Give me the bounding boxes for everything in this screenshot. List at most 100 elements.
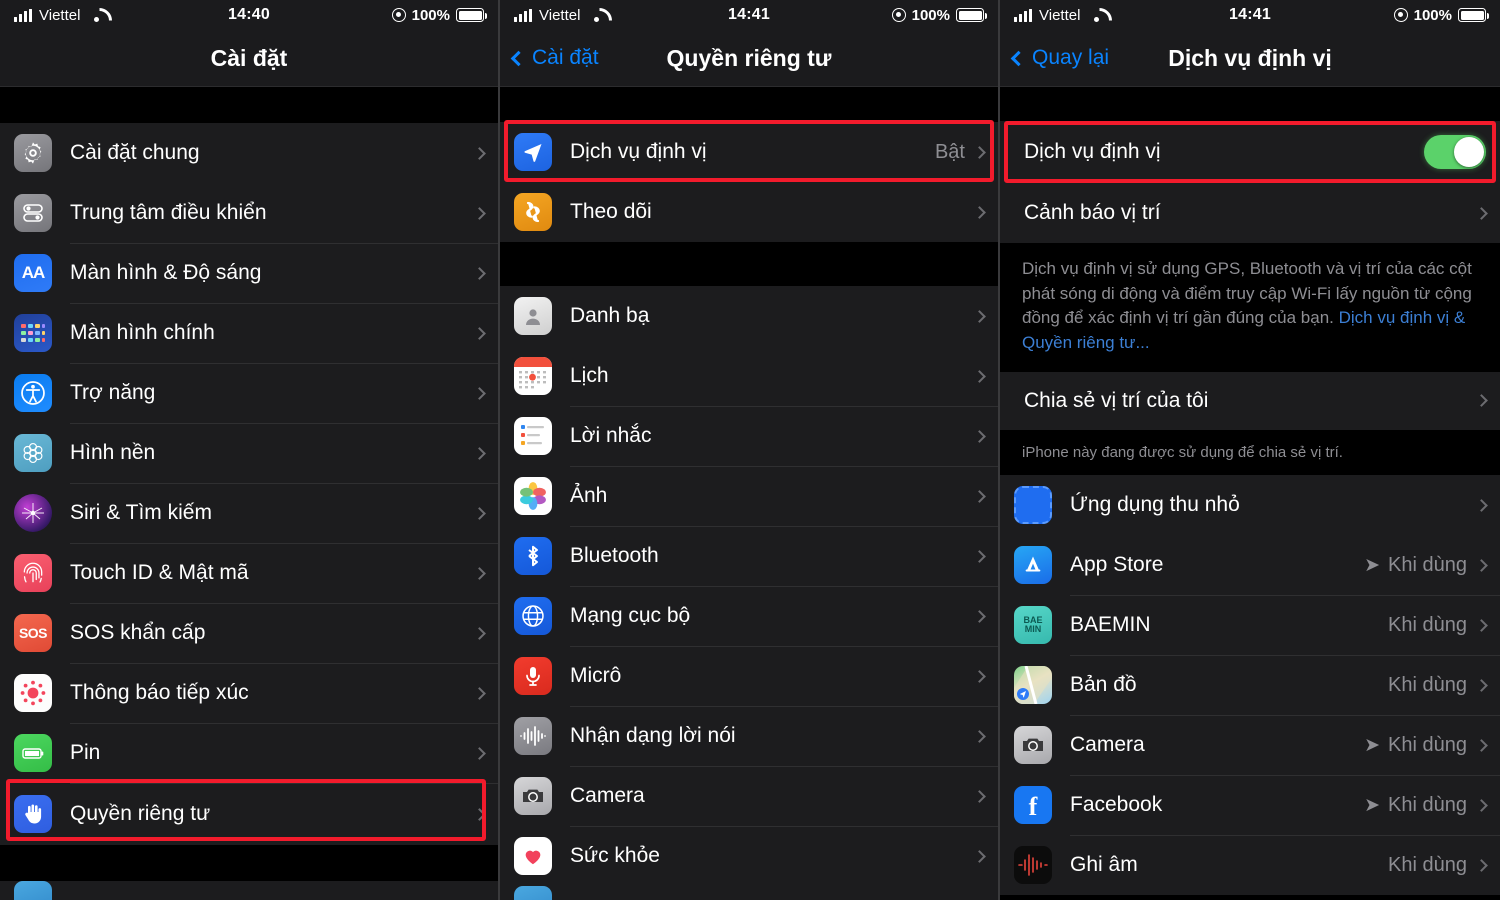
list-item-health[interactable]: Sức khỏe: [500, 826, 998, 886]
list-item-reminders[interactable]: Lời nhắc: [500, 406, 998, 466]
list-item-photos[interactable]: Ảnh: [500, 466, 998, 526]
display-brightness-icon: AA: [14, 254, 52, 292]
list-item-label: Lời nhắc: [570, 424, 652, 447]
list-item-app-store[interactable]: App Store ➤ Khi dùng: [1000, 535, 1500, 596]
chevron-right-icon: [1475, 498, 1488, 512]
photos-icon: [514, 477, 552, 515]
status-right: 100%: [1393, 7, 1489, 24]
sidebar-item-label: Hình nền: [70, 441, 156, 464]
voice-memos-icon: [1014, 846, 1052, 885]
partial-app-icon: [14, 881, 52, 900]
list-item-value: Khi dùng: [1388, 793, 1467, 816]
list-item-mini-app[interactable]: Ứng dụng thu nhỏ: [1000, 475, 1500, 536]
toggle-row-location-services[interactable]: Dịch vụ định vị: [1000, 121, 1500, 183]
sidebar-item-label: Cài đặt chung: [70, 141, 200, 164]
list-item-calendar[interactable]: Lịch: [500, 346, 998, 406]
list-item-camera[interactable]: Camera: [500, 766, 998, 826]
list-item-label: Facebook: [1070, 793, 1163, 817]
sidebar-item-general[interactable]: Cài đặt chung: [0, 123, 498, 183]
list-item-bluetooth[interactable]: Bluetooth: [500, 526, 998, 586]
chevron-right-icon: [1475, 798, 1488, 812]
list-item-microphone[interactable]: Micrô: [500, 646, 998, 706]
status-left: Viettel: [514, 7, 606, 24]
location-arrow-status-icon: [891, 8, 906, 22]
list-item-location-services[interactable]: Dịch vụ định vị Bật: [500, 122, 998, 182]
list-item-label: Chia sẻ vị trí của tôi: [1024, 388, 1209, 412]
location-services-toggle[interactable]: [1424, 135, 1486, 169]
status-right: 100%: [891, 6, 987, 24]
section-gap: [500, 87, 998, 122]
sidebar-item-privacy[interactable]: Quyền riêng tư: [0, 783, 498, 845]
location-toggle-group: Dịch vụ định vị Cảnh báo vị trí: [1000, 121, 1500, 243]
three-screen-tutorial: Viettel 14:40 100% Cài đặt Cài đặt chung: [0, 0, 1500, 900]
nav-bar-2: Cài đặt Quyền riêng tư: [500, 30, 998, 87]
sidebar-item-exposure-notifications[interactable]: Thông báo tiếp xúc: [0, 663, 498, 723]
list-item-label: Ứng dụng thu nhỏ: [1070, 493, 1240, 517]
sidebar-item-label: Màn hình & Độ sáng: [70, 261, 262, 284]
location-used-arrow-icon: ➤: [1364, 794, 1381, 816]
list-item-location-alerts[interactable]: Cảnh báo vị trí: [1000, 183, 1500, 243]
list-item-voice-memos[interactable]: Ghi âm Khi dùng: [1000, 835, 1500, 896]
battery-full-icon: [1458, 8, 1489, 22]
back-button[interactable]: Cài đặt: [500, 46, 599, 70]
back-button[interactable]: Quay lại: [1000, 46, 1109, 70]
chevron-left-icon: [1010, 50, 1027, 66]
sidebar-item-accessibility[interactable]: Trợ năng: [0, 363, 498, 423]
sidebar-item-siri-search[interactable]: Siri & Tìm kiếm: [0, 483, 498, 543]
screen-settings: Viettel 14:40 100% Cài đặt Cài đặt chung: [0, 0, 500, 900]
list-item-facebook[interactable]: f Facebook ➤ Khi dùng: [1000, 775, 1500, 836]
status-left: Viettel: [1014, 7, 1106, 24]
status-bar-1: Viettel 14:40 100%: [0, 0, 498, 30]
list-item-label: Bluetooth: [570, 544, 659, 567]
list-item-label: Micrô: [570, 664, 622, 687]
nav-bar-1: Cài đặt: [0, 30, 498, 87]
list-item-label: Camera: [570, 784, 645, 807]
list-item-tracking[interactable]: Theo dõi: [500, 182, 998, 242]
tracking-icon: [514, 193, 552, 231]
camera-icon: [1014, 726, 1052, 765]
location-arrow-status-icon: [1393, 8, 1408, 22]
health-icon: [514, 837, 552, 875]
list-item-share-my-location[interactable]: Chia sẻ vị trí của tôi: [1000, 371, 1500, 430]
camera-icon: [514, 777, 552, 815]
list-item-label: Camera: [1070, 733, 1145, 757]
screen-location-services: Viettel 14:41 100% Quay lại Dịch vụ định…: [1000, 0, 1500, 900]
list-item-maps[interactable]: Bản đồ Khi dùng: [1000, 655, 1500, 716]
chevron-right-icon: [973, 789, 986, 803]
list-item-contacts[interactable]: Danh bạ: [500, 286, 998, 346]
back-button-label: Quay lại: [1032, 46, 1110, 69]
sidebar-item-battery[interactable]: Pin: [0, 723, 498, 783]
list-item-partial[interactable]: [0, 881, 498, 900]
list-item-camera-perm[interactable]: Camera ➤ Khi dùng: [1000, 715, 1500, 776]
sidebar-item-display-brightness[interactable]: AA Màn hình & Độ sáng: [0, 243, 498, 303]
chevron-right-icon: [973, 429, 986, 443]
sidebar-item-label: Pin: [70, 741, 101, 764]
exposure-notification-icon: [14, 674, 52, 712]
chevron-right-icon: [973, 669, 986, 683]
battery-full-icon: [456, 8, 487, 22]
list-item-value: Khi dùng: [1388, 553, 1467, 576]
battery-percent-label: 100%: [911, 6, 950, 24]
sidebar-item-touch-id[interactable]: Touch ID & Mật mã: [0, 543, 498, 603]
sidebar-item-control-center[interactable]: Trung tâm điều khiển: [0, 183, 498, 243]
sidebar-item-label: SOS khẩn cấp: [70, 621, 206, 644]
contacts-icon: [514, 297, 552, 335]
list-item-speech-recognition[interactable]: Nhận dạng lời nói: [500, 706, 998, 766]
share-location-footnote: iPhone này đang được sử dụng để chia sẻ …: [1000, 429, 1500, 476]
chevron-right-icon: [473, 446, 486, 460]
chevron-right-icon: [1475, 394, 1488, 407]
list-item-partial[interactable]: [500, 886, 998, 900]
section-gap: [500, 242, 998, 286]
sidebar-item-wallpaper[interactable]: Hình nền: [0, 423, 498, 483]
list-item-baemin[interactable]: BAE MIN BAEMIN Khi dùng: [1000, 595, 1500, 656]
sidebar-item-label: Touch ID & Mật mã: [70, 561, 249, 584]
chevron-right-icon: [1475, 738, 1488, 752]
cellular-signal-icon: [14, 8, 32, 22]
sidebar-item-emergency-sos[interactable]: SOS SOS khẩn cấp: [0, 603, 498, 663]
control-center-icon: [14, 194, 52, 232]
location-arrow-status-icon: [391, 8, 406, 22]
list-item-label: Ghi âm: [1070, 853, 1138, 877]
chevron-right-icon: [973, 849, 986, 863]
list-item-local-network[interactable]: Mạng cục bộ: [500, 586, 998, 646]
sidebar-item-home-screen[interactable]: Màn hình chính: [0, 303, 498, 363]
